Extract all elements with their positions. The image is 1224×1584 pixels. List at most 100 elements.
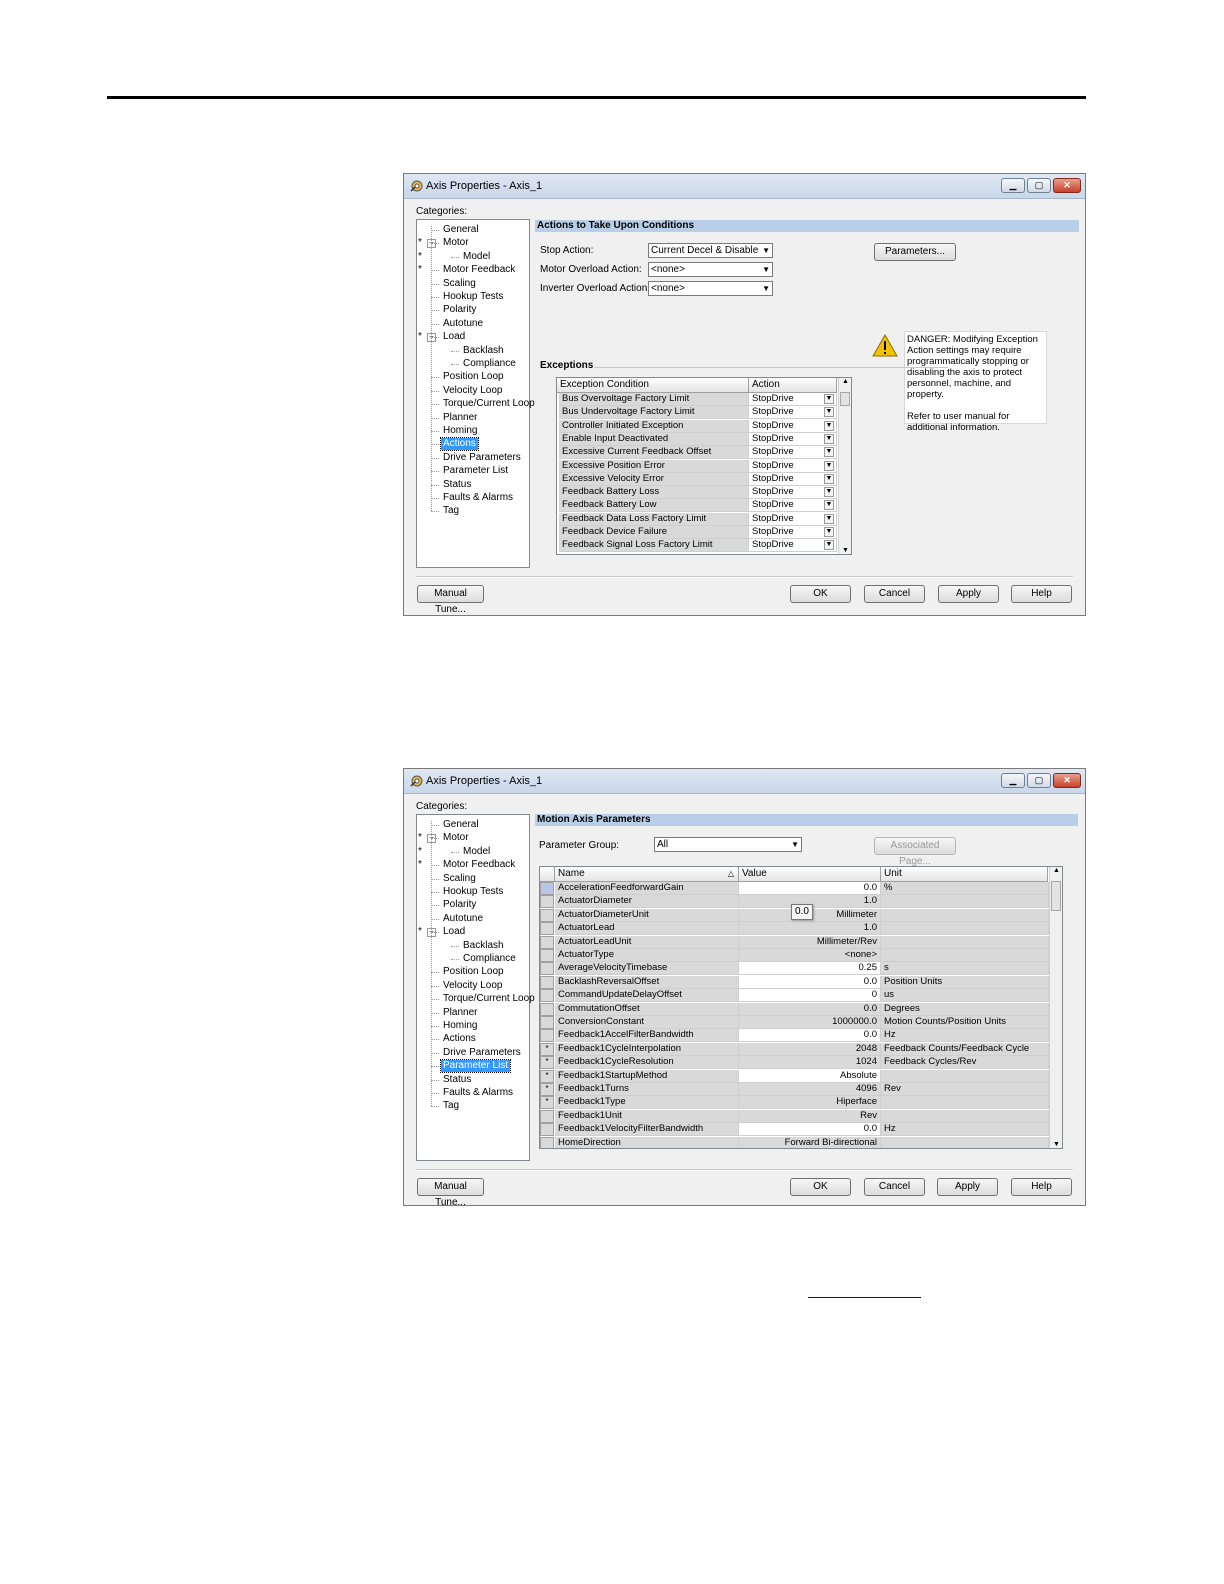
cancel-button[interactable]: Cancel [864, 1178, 925, 1196]
tree-item-velocity-loop[interactable]: Velocity Loop [441, 385, 505, 397]
tree-item-scaling[interactable]: Scaling [441, 873, 478, 885]
exception-row[interactable]: Excessive Position Error StopDrive ▼ [557, 459, 838, 473]
tree-item-actions[interactable]: Actions [440, 437, 479, 452]
exception-row[interactable]: Feedback Battery Low StopDrive ▼ [557, 499, 838, 513]
tree-item-torque-current-loop[interactable]: Torque/Current Loop [441, 993, 537, 1005]
exception-action-combo[interactable]: StopDrive ▼ [749, 512, 837, 526]
categories-tree[interactable]: General * − Motor * Model * Motor Feedback Scali… [416, 219, 535, 568]
ok-button[interactable]: OK [790, 1178, 851, 1196]
stop-action-combo[interactable]: Current Decel & Disable ▼ [648, 243, 773, 258]
maximize-button[interactable]: ▢ [1027, 773, 1051, 788]
parameter-value[interactable]: 0.0 [739, 882, 881, 895]
associated-page-button[interactable]: Associated Page... [874, 837, 956, 867]
scroll-thumb[interactable] [840, 392, 850, 406]
exception-action-combo[interactable]: StopDrive ▼ [749, 406, 837, 420]
scroll-down-icon[interactable]: ▼ [839, 547, 851, 554]
exception-row[interactable]: Feedback Battery Loss StopDrive ▼ [557, 486, 838, 500]
exception-row[interactable]: Excessive Current Feedback Offset StopDri… [557, 446, 838, 460]
parameter-row[interactable]: * Feedback1Turns 4096 Rev [540, 1083, 1049, 1096]
exception-row[interactable]: Controller Initiated Exception StopDrive ▼ [557, 419, 838, 433]
dropdown-arrow-icon[interactable]: ▼ [824, 447, 834, 458]
close-button[interactable]: ✕ [1053, 178, 1081, 193]
parameter-row[interactable]: AccelerationFeedforwardGain 0.0% [540, 882, 1049, 895]
tree-item-motor-feedback[interactable]: Motor Feedback [441, 264, 517, 276]
hyperlink-underline[interactable] [808, 1297, 921, 1298]
parameter-row[interactable]: CommandUpdateDelayOffset 0 us [540, 989, 1049, 1003]
parameter-row[interactable]: * Feedback1CycleInterpolation 2048 Feedback… [540, 1042, 1049, 1056]
help-button[interactable]: Help [1011, 1178, 1072, 1196]
dropdown-arrow-icon[interactable]: ▼ [824, 487, 834, 498]
parameter-row[interactable]: * Feedback1CycleResolution 1024 Feedback Cy… [540, 1056, 1049, 1070]
manual-tune-button[interactable]: Manual Tune... [417, 585, 484, 615]
dropdown-arrow-icon[interactable]: ▼ [824, 513, 834, 524]
dropdown-arrow-icon[interactable]: ▼ [824, 527, 834, 537]
parameter-row[interactable]: BacklashReversalOffset 0.0 Position Units [540, 975, 1049, 989]
dropdown-arrow-icon[interactable]: ▼ [824, 407, 834, 418]
tree-item-homing[interactable]: Homing [441, 1020, 479, 1032]
parameter-row[interactable]: * Feedback1Type Hiperface [540, 1096, 1049, 1110]
tree-item-general[interactable]: General [441, 224, 481, 236]
parameter-row[interactable]: ActuatorLeadUnit Millimeter/Rev [540, 935, 1049, 949]
tree-item-parameter-list[interactable]: Parameter List [439, 1059, 512, 1074]
exception-row[interactable]: Bus Overvoltage Factory Limit StopDrive ▼ [557, 393, 838, 406]
exception-row[interactable]: Feedback Signal Loss Factory Limit StopDr… [557, 539, 838, 553]
tree-item-tag[interactable]: Tag [441, 1100, 461, 1112]
tree-item-general[interactable]: General [441, 819, 481, 831]
exception-action-combo[interactable]: StopDrive ▼ [749, 472, 837, 486]
minimize-button[interactable]: ▁ [1001, 773, 1025, 788]
exception-row[interactable]: Excessive Velocity Error StopDrive ▼ [557, 472, 838, 486]
tree-item-model[interactable]: Model [461, 846, 492, 858]
exception-row[interactable]: Feedback Data Loss Factory Limit StopDriv… [557, 512, 838, 526]
parameter-row[interactable]: ActuatorLead 1.0 [540, 922, 1049, 936]
parameter-value[interactable]: 0 [739, 989, 881, 1003]
scroll-down-icon[interactable]: ▼ [1050, 1141, 1062, 1148]
col-header-value[interactable]: Value [739, 867, 881, 882]
dropdown-arrow-icon[interactable]: ▼ [824, 420, 834, 431]
exception-action-combo[interactable]: StopDrive ▼ [749, 432, 837, 446]
tree-item-autotune[interactable]: Autotune [441, 318, 485, 330]
dropdown-arrow-icon[interactable]: ▼ [824, 394, 834, 404]
dropdown-arrow-icon[interactable]: ▼ [824, 540, 834, 551]
tree-item-planner[interactable]: Planner [441, 412, 479, 424]
title-bar[interactable]: Axis Properties - Axis_1 ▁ ▢ ✕ [404, 174, 1085, 199]
parameter-value[interactable]: 0.25 [739, 962, 881, 976]
scroll-up-icon[interactable]: ▲ [839, 378, 851, 385]
close-button[interactable]: ✕ [1053, 773, 1081, 788]
dropdown-arrow-icon[interactable]: ▼ [824, 433, 834, 444]
inverter-overload-combo[interactable]: <none> ▼ [648, 281, 773, 296]
exception-row[interactable]: Feedback Device Failure StopDrive ▼ [557, 526, 838, 539]
exception-action-combo[interactable]: StopDrive ▼ [749, 526, 837, 539]
tree-item-planner[interactable]: Planner [441, 1007, 479, 1019]
tree-item-autotune[interactable]: Autotune [441, 913, 485, 925]
tree-item-actions[interactable]: Actions [441, 1033, 478, 1045]
categories-tree[interactable]: General * − Motor * Model * Motor Feedback Scali… [416, 814, 535, 1161]
title-bar[interactable]: Axis Properties - Axis_1 ▁ ▢ ✕ [404, 769, 1085, 794]
parameter-row[interactable]: HomeDirection Forward Bi-directional [540, 1136, 1049, 1148]
exception-action-combo[interactable]: StopDrive ▼ [749, 459, 837, 473]
tree-item-load[interactable]: Load [441, 331, 467, 343]
apply-button[interactable]: Apply [937, 1178, 998, 1196]
exception-action-combo[interactable]: StopDrive ▼ [749, 419, 837, 433]
tree-item-compliance[interactable]: Compliance [461, 358, 518, 370]
parameter-row[interactable]: Feedback1AccelFilterBandwidth 0.0 Hz [540, 1029, 1049, 1043]
parameter-value[interactable]: Absolute [739, 1069, 881, 1083]
tree-item-polarity[interactable]: Polarity [441, 899, 478, 911]
exception-row[interactable]: Bus Undervoltage Factory Limit StopDrive ▼ [557, 406, 838, 420]
parameter-value[interactable]: 0.0 [739, 975, 881, 989]
exceptions-scrollbar[interactable]: ▲ ▼ [838, 378, 851, 554]
dropdown-arrow-icon[interactable]: ▼ [824, 473, 834, 484]
parameters-button[interactable]: Parameters... [874, 243, 956, 261]
tree-item-faults-alarms[interactable]: Faults & Alarms [441, 492, 515, 504]
tree-item-model[interactable]: Model [461, 251, 492, 263]
tree-item-status[interactable]: Status [441, 1074, 473, 1086]
parameter-row[interactable]: Feedback1VelocityFilterBandwidth 0.0 Hz [540, 1123, 1049, 1137]
dropdown-arrow-icon[interactable]: ▼ [824, 500, 834, 511]
parameter-row[interactable]: Feedback1Unit Rev [540, 1109, 1049, 1123]
exception-action-combo[interactable]: StopDrive ▼ [749, 393, 837, 406]
exception-row[interactable]: Enable Input Deactivated StopDrive ▼ [557, 432, 838, 446]
minimize-button[interactable]: ▁ [1001, 178, 1025, 193]
ok-button[interactable]: OK [790, 585, 851, 603]
tree-item-faults-alarms[interactable]: Faults & Alarms [441, 1087, 515, 1099]
parameters-scrollbar[interactable]: ▲ ▼ [1049, 867, 1062, 1148]
tree-item-drive-parameters[interactable]: Drive Parameters [441, 1047, 523, 1059]
